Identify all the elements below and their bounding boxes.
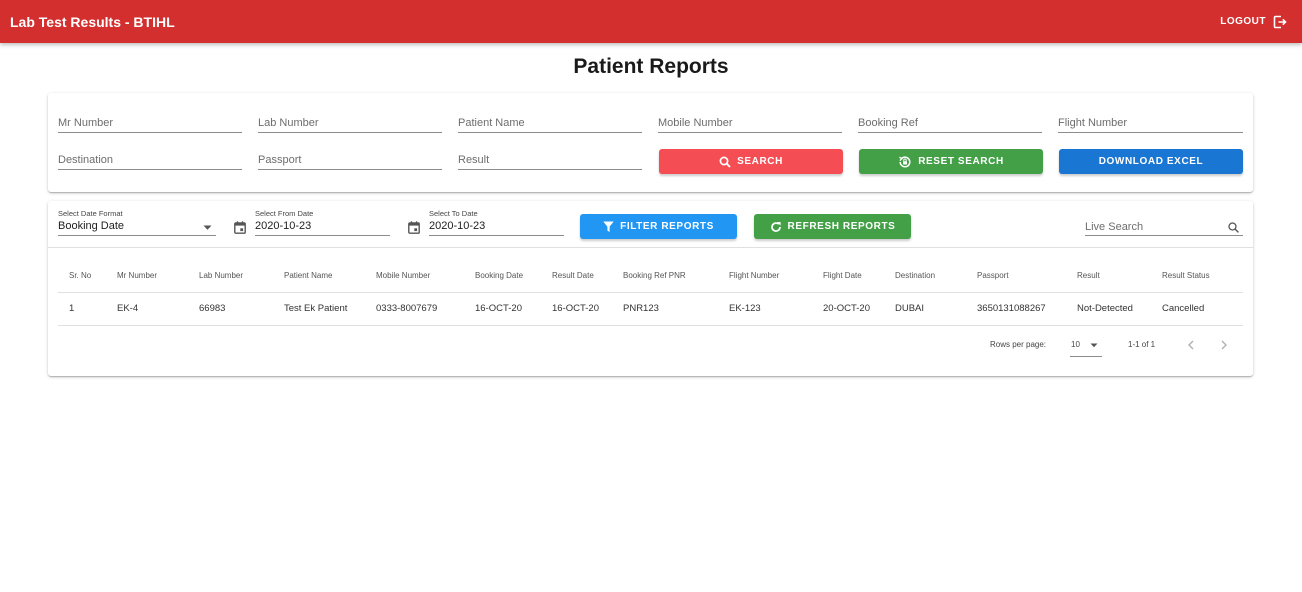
table-cell: Not-Detected [1066, 292, 1151, 326]
result-input[interactable] [458, 148, 642, 169]
calendar-icon[interactable] [234, 221, 246, 234]
to-date-underline [429, 235, 564, 236]
column-header[interactable]: Lab Number [188, 259, 273, 293]
refresh-icon [770, 221, 781, 232]
column-header[interactable]: Destination [884, 259, 966, 293]
search-icon[interactable] [1228, 222, 1239, 233]
chevron-down-icon[interactable] [1090, 343, 1098, 348]
result-field[interactable] [458, 148, 642, 170]
mr-number-field[interactable] [58, 111, 242, 133]
table-cell: DUBAI [884, 292, 966, 326]
search-panel: SEARCH RESET SEARCH DOWNLOAD EXCEL [48, 93, 1253, 192]
results-table: Sr. No Mr Number Lab Number Patient Name… [58, 259, 1243, 326]
filter-reports-button[interactable]: FILTER REPORTS [580, 214, 737, 239]
rows-per-page-select[interactable]: 10 [1071, 340, 1080, 349]
chevron-down-icon[interactable] [203, 225, 212, 231]
destination-input[interactable] [58, 148, 242, 169]
booking-ref-input[interactable] [858, 111, 1042, 132]
table-cell: 16-OCT-20 [541, 292, 612, 326]
table-cell: 20-OCT-20 [812, 292, 884, 326]
page-title: Patient Reports [573, 55, 729, 78]
download-excel-button[interactable]: DOWNLOAD EXCEL [1059, 149, 1243, 174]
date-format-select[interactable]: Booking Date [58, 220, 124, 232]
from-date-label: Select From Date [255, 209, 314, 218]
flight-number-input[interactable] [1058, 111, 1243, 132]
reset-icon [899, 155, 911, 168]
passport-field[interactable] [258, 148, 442, 170]
table-cell: 0333-8007679 [365, 292, 464, 326]
filter-icon [603, 221, 614, 232]
app-bar: Lab Test Results - BTIHL LOGOUT [0, 0, 1302, 43]
search-button[interactable]: SEARCH [659, 149, 843, 174]
patient-name-input[interactable] [458, 111, 642, 132]
lab-number-field[interactable] [258, 111, 442, 133]
logout-label: LOGOUT [1220, 16, 1266, 27]
column-header[interactable]: Flight Date [812, 259, 884, 293]
column-header[interactable]: Mobile Number [365, 259, 464, 293]
chevron-left-icon[interactable] [1187, 340, 1195, 350]
column-header[interactable]: Passport [966, 259, 1066, 293]
to-date-input[interactable]: 2020-10-23 [429, 220, 485, 232]
lab-number-input[interactable] [258, 111, 442, 132]
pagination-range: 1-1 of 1 [1128, 340, 1156, 349]
destination-field[interactable] [58, 148, 242, 170]
to-date-label: Select To Date [429, 209, 478, 218]
table-header-row: Sr. No Mr Number Lab Number Patient Name… [58, 259, 1243, 293]
column-header[interactable]: Result Date [541, 259, 612, 293]
toolbar-divider [48, 247, 1253, 248]
logout-icon [1273, 15, 1287, 28]
column-header[interactable]: Result [1066, 259, 1151, 293]
patient-name-field[interactable] [458, 111, 642, 133]
live-search-field[interactable] [1085, 217, 1243, 236]
passport-input[interactable] [258, 148, 442, 169]
table-cell: 16-OCT-20 [464, 292, 541, 326]
column-header[interactable]: Booking Ref PNR [612, 259, 718, 293]
column-header[interactable]: Patient Name [273, 259, 365, 293]
table-cell: 1 [58, 292, 106, 326]
column-header[interactable]: Result Status [1151, 259, 1243, 293]
reset-search-button-label: RESET SEARCH [918, 156, 1004, 167]
column-header[interactable]: Mr Number [106, 259, 188, 293]
mobile-number-field[interactable] [658, 111, 842, 133]
table-cell: Test Ek Patient [273, 292, 365, 326]
column-header[interactable]: Flight Number [718, 259, 812, 293]
column-header[interactable]: Sr. No [58, 259, 106, 293]
refresh-reports-button[interactable]: REFRESH REPORTS [754, 214, 911, 239]
logout-button[interactable]: LOGOUT [1220, 15, 1292, 29]
column-header[interactable]: Booking Date [464, 259, 541, 293]
refresh-reports-label: REFRESH REPORTS [787, 221, 896, 232]
results-panel: Select Date Format Booking Date Select F… [48, 201, 1253, 376]
filter-reports-label: FILTER REPORTS [620, 221, 714, 232]
reset-search-button[interactable]: RESET SEARCH [859, 149, 1043, 174]
live-search-input[interactable] [1085, 217, 1243, 236]
table-row[interactable]: 1 EK-4 66983 Test Ek Patient 0333-800767… [58, 292, 1243, 326]
table-cell: 66983 [188, 292, 273, 326]
search-button-label: SEARCH [737, 156, 783, 167]
from-date-underline [255, 235, 390, 236]
booking-ref-field[interactable] [858, 111, 1042, 133]
calendar-icon[interactable] [408, 221, 420, 234]
rows-per-page-label: Rows per page: [990, 340, 1047, 349]
date-format-label: Select Date Format [58, 209, 123, 218]
app-title: Lab Test Results - BTIHL [10, 13, 175, 30]
table-cell: EK-4 [106, 292, 188, 326]
table-cell: PNR123 [612, 292, 718, 326]
table-cell: Cancelled [1151, 292, 1243, 326]
rows-per-page-underline [1070, 356, 1102, 357]
table-cell: 3650131088267 [966, 292, 1066, 326]
table-cell: EK-123 [718, 292, 812, 326]
download-excel-button-label: DOWNLOAD EXCEL [1098, 156, 1204, 167]
search-icon [719, 156, 731, 168]
mr-number-input[interactable] [58, 111, 242, 132]
date-format-underline [58, 235, 216, 236]
from-date-input[interactable]: 2020-10-23 [255, 220, 311, 232]
flight-number-field[interactable] [1058, 111, 1243, 133]
chevron-right-icon[interactable] [1220, 340, 1228, 350]
mobile-number-input[interactable] [658, 111, 842, 132]
